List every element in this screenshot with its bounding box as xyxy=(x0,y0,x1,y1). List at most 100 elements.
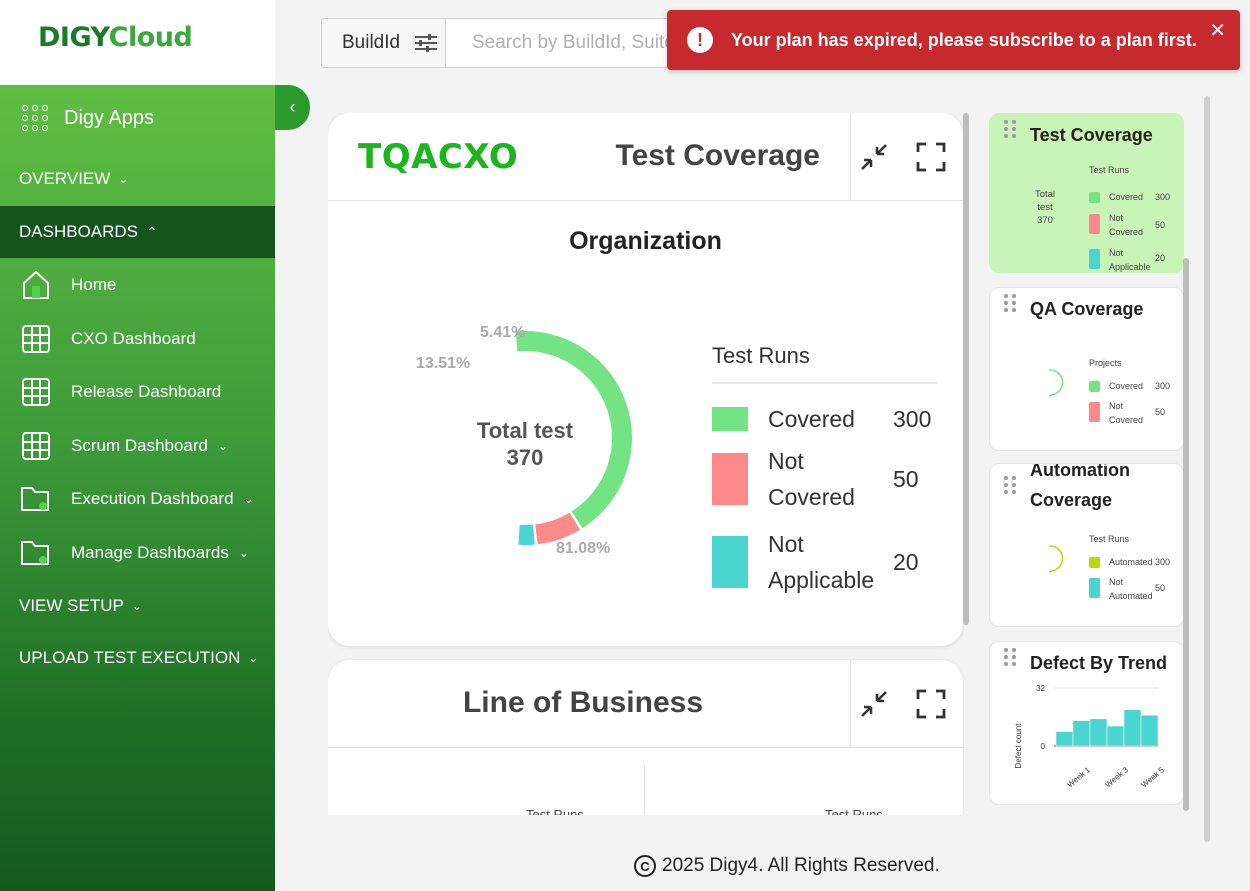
legend-swatch xyxy=(1089,578,1100,598)
header-divider xyxy=(850,113,851,201)
chevron-down-icon: ⌄ xyxy=(131,599,142,613)
legend-item-covered[interactable]: Covered 300 xyxy=(712,401,931,437)
alert-icon: ! xyxy=(687,27,713,53)
tqacxo-logo: TQACXO xyxy=(358,137,519,177)
logo-area: DIGYCloud xyxy=(0,0,275,85)
trend-bar[interactable] xyxy=(1055,731,1074,747)
toast-close-button[interactable]: ✕ xyxy=(1209,18,1226,43)
sidebar-section-view-setup[interactable]: VIEW SETUP ⌄ xyxy=(0,580,275,632)
column-divider xyxy=(644,765,645,815)
right-chart-legend-title: Test Runs xyxy=(825,807,883,815)
widget-legend-title: Test Runs xyxy=(1089,165,1130,175)
widget-panel-scrollbar[interactable] xyxy=(1183,258,1189,811)
drag-handle-icon[interactable] xyxy=(1004,648,1016,666)
widget-automation-coverage[interactable]: Automation Coverage Test Runs Automated … xyxy=(989,463,1184,627)
pct-label-not-applicable: 5.41% xyxy=(480,324,525,341)
minimize-icon[interactable] xyxy=(858,688,890,720)
build-id-filter-select[interactable]: BuildId xyxy=(321,18,446,68)
y-axis-label: Defect count xyxy=(1014,723,1023,769)
home-icon xyxy=(20,269,52,301)
folder-gear-icon xyxy=(20,483,52,515)
legend-item-not-covered[interactable]: Not Covered 50 xyxy=(712,448,919,510)
card-title: Test Coverage xyxy=(615,139,820,172)
legend-swatch xyxy=(1089,214,1100,234)
toast-message: Your plan has expired, please subscribe … xyxy=(731,29,1197,50)
sidebar-item-release-dashboard[interactable]: Release Dashboard xyxy=(0,367,275,417)
digy-apps-label: Digy Apps xyxy=(64,106,155,129)
page-scrollbar[interactable] xyxy=(1204,96,1210,842)
grid-icon xyxy=(20,430,52,462)
defect-trend-chart: Defect count 32 0 Week 1 Week 3 Week 5 xyxy=(1014,684,1166,790)
widget-legend-title: Test Runs xyxy=(1089,534,1130,544)
drag-handle-icon[interactable] xyxy=(1004,120,1016,138)
legend-title: Test Runs xyxy=(712,343,810,368)
main-scrollbar[interactable] xyxy=(963,113,969,625)
trend-bar[interactable] xyxy=(1106,725,1125,747)
y-tick-0: 0 xyxy=(1041,742,1046,751)
widget-test-coverage[interactable]: Test Coverage Total test 370 Test Runs C… xyxy=(989,113,1184,273)
x-tick-week-1: Week 1 xyxy=(1066,765,1093,790)
sidebar: Digy Apps OVERVIEW ⌄ DASHBOARDS ⌃ Home C… xyxy=(0,85,275,891)
sidebar-item-execution-dashboard[interactable]: Execution Dashboard ⌄ xyxy=(0,474,275,524)
line-of-business-card: Line of Business Test Runs Test Runs xyxy=(328,660,963,815)
y-tick-32: 32 xyxy=(1036,684,1045,693)
chevron-down-icon: ⌄ xyxy=(118,172,129,186)
digy-apps-button[interactable]: Digy Apps xyxy=(0,97,275,139)
drag-handle-icon[interactable] xyxy=(1004,476,1016,494)
widget-defect-by-trend[interactable]: Defect By Trend Defect count 32 0 Week 1… xyxy=(989,641,1184,805)
sidebar-section-upload-test-execution[interactable]: UPLOAD TEST EXECUTION ⌄ xyxy=(0,632,275,684)
card-header: Line of Business xyxy=(328,660,963,748)
trend-bar[interactable] xyxy=(1140,714,1159,747)
filter-sliders-icon xyxy=(415,34,438,52)
fullscreen-icon[interactable] xyxy=(915,141,947,173)
search-input[interactable] xyxy=(446,18,676,68)
trend-bar[interactable] xyxy=(1089,718,1108,747)
donut-slice-not-covered[interactable] xyxy=(534,512,581,545)
chevron-down-icon: ⌄ xyxy=(218,439,229,453)
legend-divider xyxy=(712,382,937,384)
trend-bar[interactable] xyxy=(1072,720,1091,747)
fullscreen-icon[interactable] xyxy=(915,688,947,720)
donut-center-line2: 370 xyxy=(507,445,544,470)
footer-text: 2025 Digy4. All Rights Reserved. xyxy=(662,855,940,876)
x-tick-week-3: Week 3 xyxy=(1104,765,1131,790)
widget-legend-title: Projects xyxy=(1089,358,1122,368)
legend-swatch xyxy=(1089,249,1100,269)
legend-swatch xyxy=(1089,381,1100,392)
plan-expired-toast: ! Your plan has expired, please subscrib… xyxy=(667,10,1240,70)
collapse-sidebar-button[interactable]: ‹ xyxy=(275,85,310,130)
widget-center-text: Total test 370 xyxy=(1034,189,1056,226)
header-divider xyxy=(850,660,851,748)
apps-grid-icon xyxy=(22,105,48,131)
automation-mini-donut xyxy=(1048,545,1064,573)
legend-swatch xyxy=(1089,402,1100,422)
legend-swatch xyxy=(1089,192,1100,203)
grid-icon xyxy=(20,323,52,355)
legend-swatch xyxy=(1089,557,1100,568)
legend-swatch xyxy=(712,407,748,431)
sidebar-item-scrum-dashboard[interactable]: Scrum Dashboard ⌄ xyxy=(0,421,275,471)
left-chart-legend-title: Test Runs xyxy=(526,807,584,815)
sidebar-item-cxo-dashboard[interactable]: CXO Dashboard xyxy=(0,314,275,364)
chevron-down-icon: ⌄ xyxy=(238,546,249,560)
qa-mini-donut xyxy=(1048,369,1064,397)
drag-handle-icon[interactable] xyxy=(1004,294,1016,312)
donut-center-line1: Total test xyxy=(477,418,574,443)
pct-label-not-covered: 13.51% xyxy=(416,355,470,372)
footer: C 2025 Digy4. All Rights Reserved. xyxy=(634,855,940,877)
sidebar-item-home[interactable]: Home xyxy=(0,260,275,310)
digycloud-logo[interactable]: DIGYCloud xyxy=(38,22,193,53)
sidebar-section-overview[interactable]: OVERVIEW ⌄ xyxy=(0,153,275,205)
chevron-left-icon: ‹ xyxy=(289,97,296,117)
test-coverage-donut-chart: Total test 370 5.41% 13.51% 81.08% xyxy=(416,324,632,557)
legend-swatch xyxy=(712,536,748,588)
minimize-icon[interactable] xyxy=(858,141,890,173)
sidebar-section-dashboards[interactable]: DASHBOARDS ⌃ xyxy=(0,206,275,258)
legend-item-not-applicable[interactable]: Not Applicable 20 xyxy=(712,531,919,593)
sidebar-item-manage-dashboards[interactable]: Manage Dashboards ⌄ xyxy=(0,528,275,578)
trend-bar[interactable] xyxy=(1123,709,1142,747)
widget-qa-coverage[interactable]: QA Coverage Projects Covered 300 Not Cov… xyxy=(989,287,1184,451)
grid-icon xyxy=(20,376,52,408)
card-header: TQACXO Test Coverage xyxy=(328,113,963,201)
copyright-icon: C xyxy=(634,855,656,877)
